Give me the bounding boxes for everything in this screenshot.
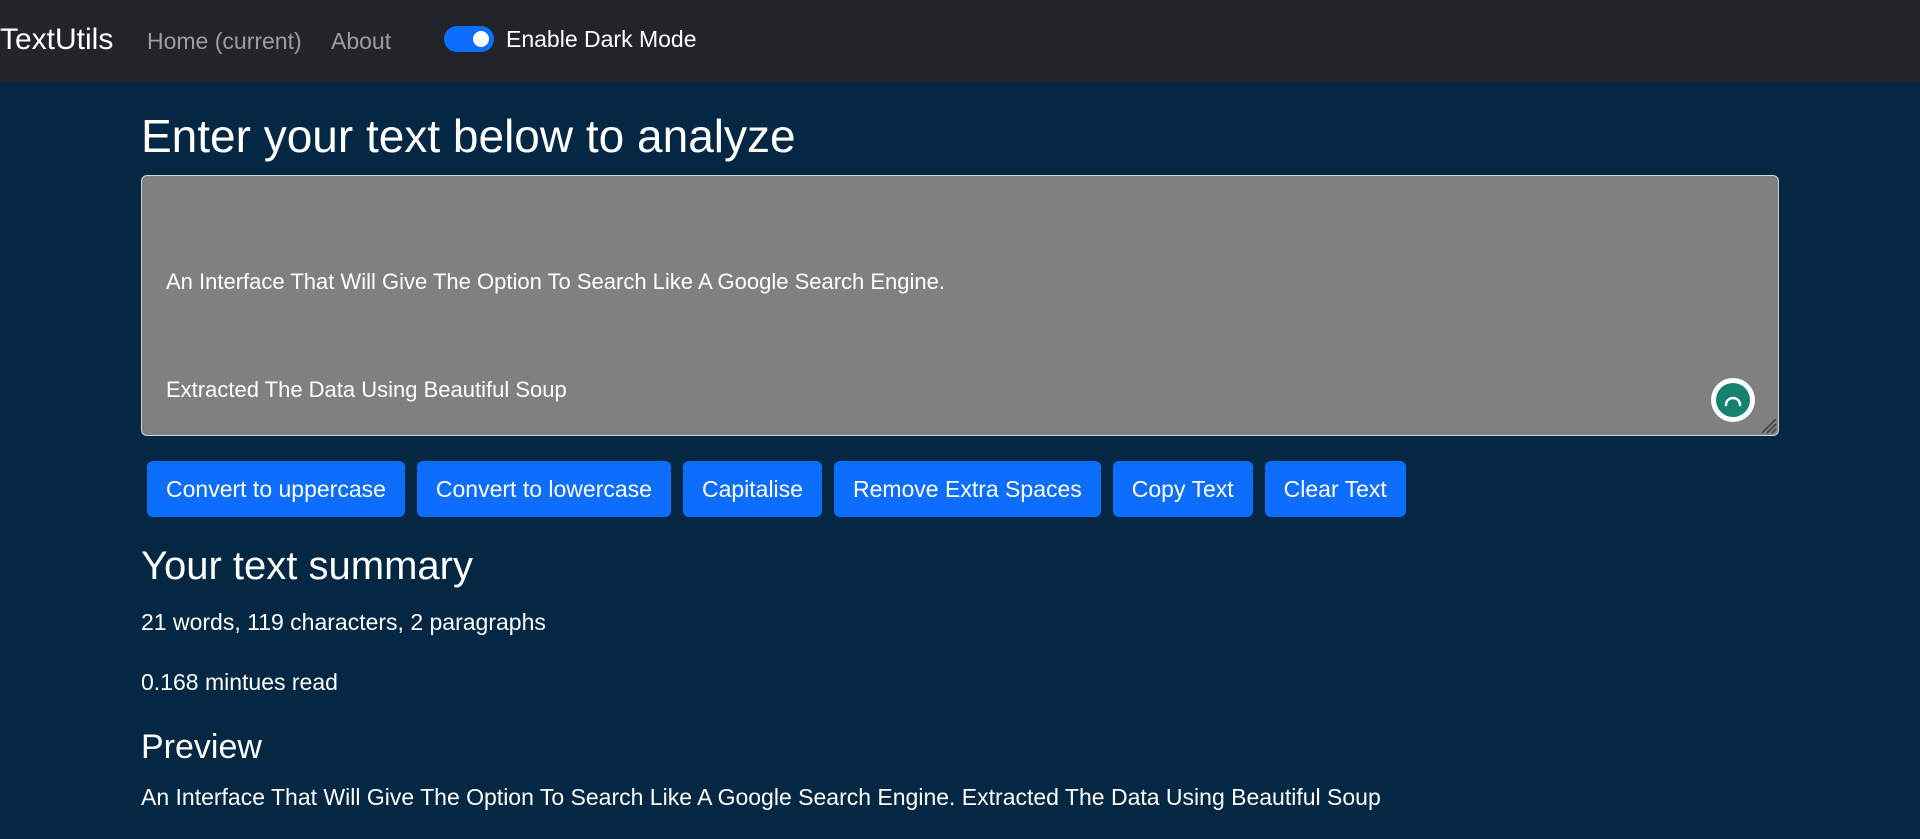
grammarly-icon[interactable] (1711, 378, 1755, 422)
nav-link-about[interactable]: About (331, 26, 391, 56)
dark-mode-toggle-group: Enable Dark Mode (444, 24, 697, 54)
dark-mode-label[interactable]: Enable Dark Mode (506, 24, 697, 54)
textarea-line-1: An Interface That Will Give The Option T… (166, 269, 946, 294)
grammarly-arc-icon (1724, 396, 1742, 407)
action-buttons: Convert to uppercase Convert to lowercas… (147, 461, 1406, 517)
lowercase-button[interactable]: Convert to lowercase (416, 461, 671, 517)
preview-text: An Interface That Will Give The Option T… (141, 784, 1381, 810)
navbar: TextUtils Home (current) About Enable Da… (0, 0, 1920, 82)
dark-mode-switch[interactable] (444, 26, 494, 52)
copy-text-button[interactable]: Copy Text (1112, 461, 1253, 517)
remove-extra-spaces-button[interactable]: Remove Extra Spaces (833, 461, 1101, 517)
textarea-line-2: Extracted The Data Using Beautiful Soup (166, 377, 567, 402)
preview-title: Preview (141, 728, 262, 766)
capitalise-button[interactable]: Capitalise (682, 461, 822, 517)
clear-text-button[interactable]: Clear Text (1264, 461, 1406, 517)
grammarly-icon-inner (1716, 383, 1750, 417)
page-heading: Enter your text below to analyze (141, 110, 796, 162)
summary-title: Your text summary (141, 544, 473, 588)
text-input-area[interactable]: An Interface That Will Give The Option T… (141, 175, 1779, 436)
resize-handle-icon[interactable] (1757, 414, 1777, 434)
navbar-brand[interactable]: TextUtils (0, 22, 113, 58)
nav-link-home[interactable]: Home (current) (147, 26, 302, 56)
uppercase-button[interactable]: Convert to uppercase (147, 461, 405, 517)
summary-read-time: 0.168 mintues read (141, 669, 338, 695)
switch-knob (473, 31, 489, 47)
summary-stats: 21 words, 119 characters, 2 paragraphs (141, 609, 546, 635)
